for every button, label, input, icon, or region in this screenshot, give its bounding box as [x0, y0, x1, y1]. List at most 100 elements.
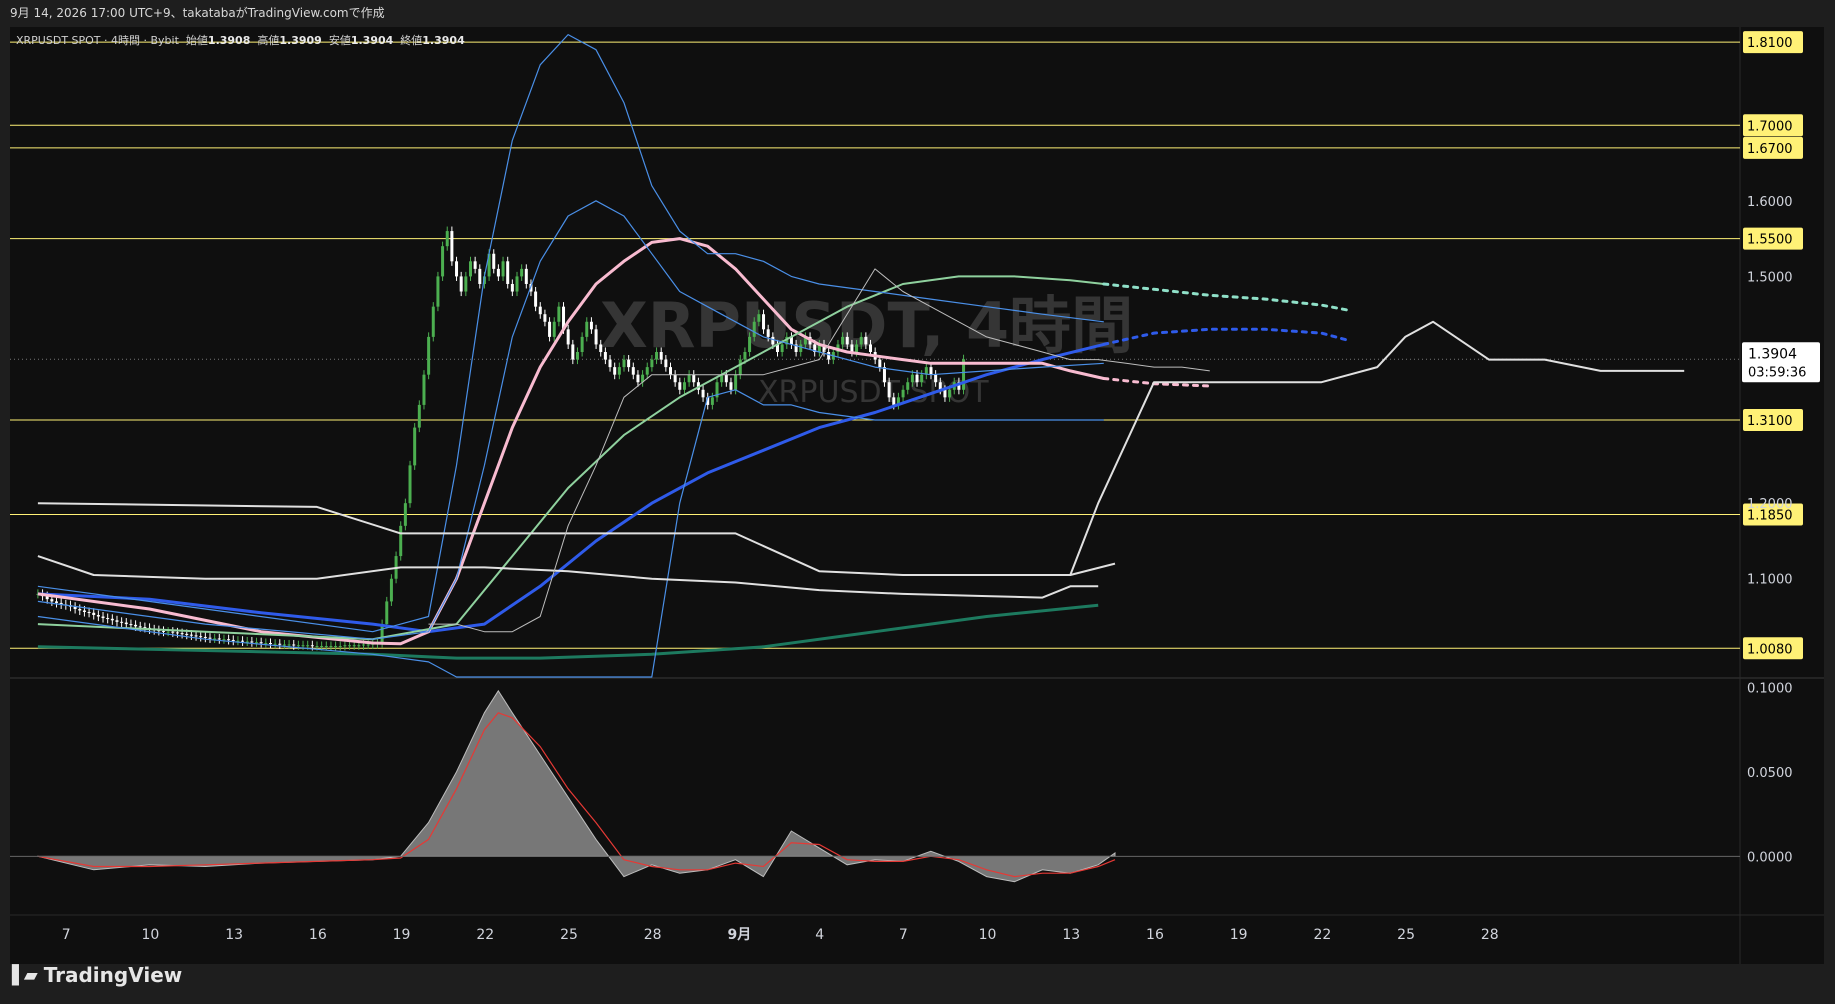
indicator-line-1[interactable] [1102, 327, 1351, 346]
candle-body [282, 644, 286, 646]
candle-body [492, 253, 496, 269]
candle-body [208, 637, 212, 639]
oscillator-tick-label: 0.1000 [1747, 681, 1793, 696]
candle-body [655, 352, 659, 360]
candle-body [296, 645, 300, 647]
candle-body [585, 321, 589, 337]
candle-body [622, 359, 626, 368]
candle-body [399, 525, 403, 557]
candle-body [673, 374, 677, 383]
candle-body [464, 276, 468, 292]
candle-body [334, 646, 338, 648]
level-label: 1.7000 [1747, 119, 1793, 134]
candle-body [659, 352, 663, 360]
candle-body [631, 367, 635, 375]
candle-body [701, 389, 705, 398]
candle-body [459, 276, 463, 292]
candle-body [455, 261, 459, 277]
chart-svg[interactable]: XRPUSDT, 4時間XRPUSDT SPOT1.81001.70001.67… [10, 27, 1824, 964]
candle-body [175, 632, 179, 634]
candle-body [348, 645, 352, 647]
time-tick-label: 22 [476, 927, 494, 943]
level-label: 1.0080 [1747, 642, 1793, 657]
time-tick-label: 25 [560, 927, 578, 943]
candle-body [134, 624, 138, 627]
candle-body [138, 626, 142, 628]
legend-high-label: 高値 [257, 34, 280, 47]
candle-body [92, 612, 96, 616]
candle-body [506, 261, 510, 284]
candle-body [450, 231, 454, 262]
candle-body [910, 374, 914, 383]
candle-body [189, 634, 193, 636]
candle-body [799, 344, 803, 352]
candle-body [734, 374, 738, 390]
time-tick-label: 7 [62, 927, 71, 943]
time-tick-label: 25 [1397, 927, 1415, 943]
candle-body [441, 246, 445, 277]
oscillator-area[interactable] [37, 689, 1116, 883]
candle-body [87, 612, 91, 613]
candle-body [859, 336, 863, 345]
candle-body [417, 404, 421, 428]
candle-body [552, 321, 556, 337]
candle-body [362, 644, 366, 646]
price-tick-label: 1.1000 [1747, 573, 1793, 588]
candle-body [571, 344, 575, 360]
tradingview-logo[interactable]: ▌▰ TradingView [12, 960, 182, 990]
candle-body [403, 503, 407, 526]
candle-body [268, 642, 272, 644]
tradingview-brand: TradingView [43, 963, 183, 987]
candle-body [273, 643, 277, 645]
time-tick-label: 4 [815, 927, 824, 943]
legend-low-value: 1.3904 [350, 34, 394, 47]
last-price-countdown: 03:59:36 [1748, 365, 1806, 380]
price-tick-label: 1.2000 [1747, 497, 1793, 512]
candle-body [324, 646, 328, 648]
candle-body [892, 397, 896, 405]
candle-body [213, 638, 217, 640]
time-tick-label: 28 [644, 927, 662, 943]
candle-body [366, 644, 370, 646]
candle-body [594, 329, 598, 345]
level-label: 1.6700 [1747, 142, 1793, 157]
level-label: 1.8100 [1747, 36, 1793, 51]
candle-body [301, 645, 305, 647]
candle-body [617, 367, 621, 375]
candle-body [669, 367, 673, 375]
candle-body [306, 645, 310, 647]
indicator-line-10[interactable] [37, 502, 1116, 576]
chart-area[interactable]: XRPUSDT, 4時間 XRPUSDT SPOT 1.8100 1.7000 1.67… [10, 27, 1824, 964]
candle-body [878, 359, 882, 368]
time-tick-label: 9月 [727, 927, 751, 943]
candle-body [520, 268, 524, 277]
candle-body [413, 427, 417, 466]
candle-body [180, 633, 184, 635]
candle-body [543, 314, 547, 322]
candle-body [496, 268, 500, 277]
candle-body [934, 374, 938, 383]
candle-body [929, 367, 933, 375]
indicator-line-6[interactable] [1102, 282, 1351, 312]
candle-body [845, 336, 849, 345]
candle-body [82, 610, 86, 612]
candle-body [171, 631, 175, 633]
candle-body [678, 382, 682, 390]
candle-body [255, 642, 259, 644]
candle-body [515, 276, 519, 292]
candle-body [287, 644, 291, 646]
candle-body [96, 615, 100, 617]
candle-body [524, 268, 528, 284]
legend-close-value: 1.3904 [422, 34, 465, 47]
chart-caption: 9月 14, 2026 17:00 UTC+9、takatabaがTrading… [10, 6, 385, 20]
candle-body [762, 314, 766, 330]
time-tick-label: 22 [1313, 927, 1331, 943]
candle-body [194, 635, 198, 637]
candle-body [943, 389, 947, 398]
candle-body [431, 306, 435, 337]
candle-body [548, 321, 552, 337]
candle-body [161, 630, 165, 632]
legend-symbol: XRPUSDT SPOT · 4時間 · Bybit [16, 34, 179, 47]
candle-body [948, 389, 952, 398]
time-tick-label: 16 [309, 927, 327, 943]
